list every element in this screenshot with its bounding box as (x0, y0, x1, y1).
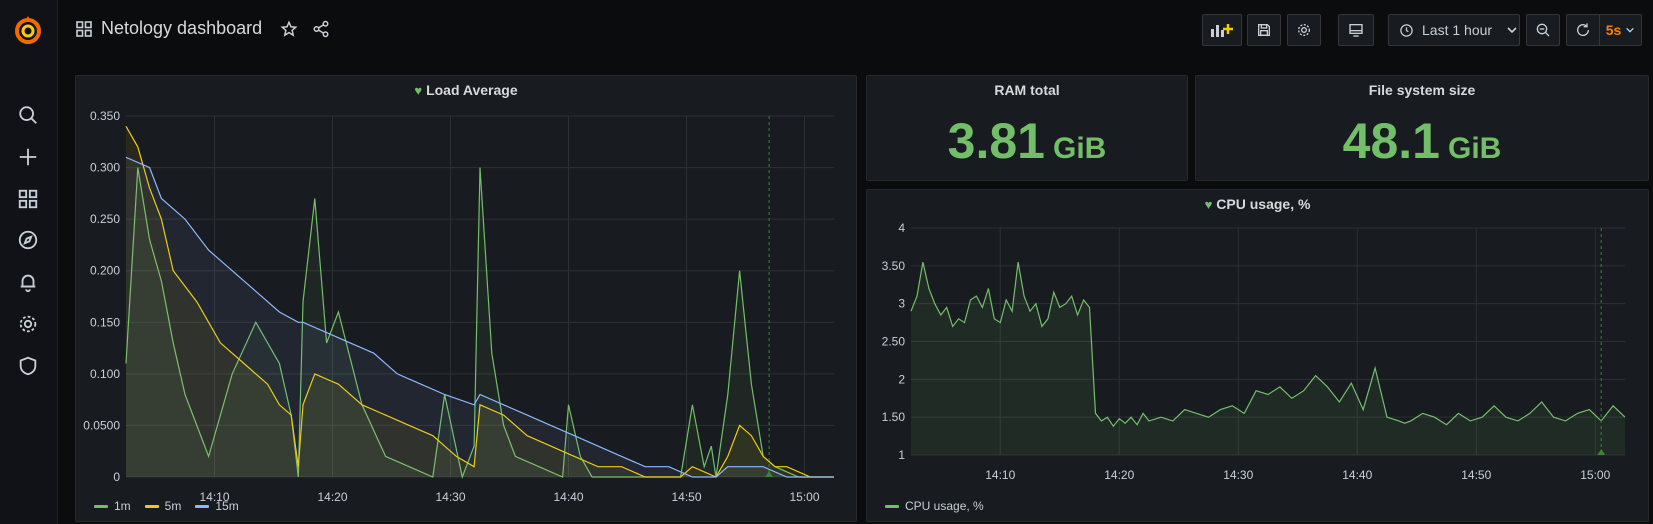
chevron-down-icon (1506, 24, 1518, 36)
tv-icon (1348, 22, 1364, 38)
y-tick-label: 3.50 (882, 259, 906, 273)
load-average-panel[interactable]: ♥ Load Average 0 0.0500 0.100 0.150 0.200 0.25… (75, 75, 857, 522)
heart-icon: ♥ (414, 83, 423, 98)
x-tick-label: 15:00 (1580, 468, 1610, 482)
y-tick-label: 0.300 (90, 161, 120, 175)
refresh-interval-picker[interactable]: 5s (1599, 14, 1642, 46)
legend-item-cpu[interactable]: CPU usage, % (885, 499, 984, 513)
gear-icon[interactable] (16, 312, 40, 336)
y-tick-label: 0.150 (90, 315, 120, 329)
y-tick-label: 0.350 (90, 109, 120, 123)
time-range-label: Last 1 hour (1422, 22, 1493, 38)
apps-icon[interactable] (75, 20, 93, 38)
plus-icon[interactable] (16, 145, 40, 169)
star-icon[interactable] (280, 19, 298, 38)
x-tick-label: 14:40 (1342, 468, 1372, 482)
y-tick-label: 0.0500 (83, 418, 120, 432)
y-tick-label: 0.200 (90, 264, 120, 278)
x-tick-label: 15:00 (789, 490, 819, 504)
y-tick-label: 0.250 (90, 212, 120, 226)
shield-icon[interactable] (16, 354, 40, 378)
x-tick-label: 14:30 (435, 490, 465, 504)
legend-item-5m[interactable]: 5m (144, 499, 181, 513)
legend-item-1m[interactable]: 1m (94, 499, 131, 513)
x-tick-label: 14:20 (317, 490, 347, 504)
heart-icon: ♥ (1204, 197, 1213, 212)
y-tick-label: 0.100 (90, 367, 120, 381)
zoom-out-icon (1535, 22, 1551, 38)
x-tick-label: 14:20 (1104, 468, 1134, 482)
refresh-interval-label: 5s (1605, 22, 1622, 38)
share-icon[interactable] (312, 20, 330, 38)
cpu-usage-chart[interactable]: 1 1.50 2 2.50 3 3.50 4 14:10 14:20 14:30 14:40 14:5… (867, 220, 1648, 510)
chart-plot-area: 1 1.50 2 2.50 3 3.50 4 14:10 14:20 14:30 14:40 14:5… (882, 221, 1626, 482)
x-tick-label: 14:40 (553, 490, 583, 504)
y-tick-label: 2 (898, 372, 905, 386)
settings-icon (1296, 22, 1312, 38)
explore-icon[interactable] (16, 228, 40, 252)
stat-value: 3.81 GiB (867, 112, 1187, 170)
save-icon (1256, 22, 1272, 38)
ram-total-panel[interactable]: RAM total 3.81 GiB (866, 75, 1188, 181)
cycle-view-mode-button[interactable] (1338, 14, 1374, 46)
panel-title[interactable]: RAM total (867, 82, 1187, 98)
panel-title[interactable]: ♥ Load Average (76, 82, 856, 98)
save-dashboard-button[interactable] (1247, 14, 1281, 46)
y-tick-label: 3 (898, 297, 905, 311)
sidebar (0, 0, 58, 524)
dashboards-icon[interactable] (16, 187, 40, 211)
file-system-size-panel[interactable]: File system size 48.1 GiB (1195, 75, 1649, 181)
y-tick-label: 4 (898, 221, 905, 235)
time-range-picker[interactable]: Last 1 hour (1388, 14, 1520, 46)
add-panel-button[interactable] (1202, 14, 1242, 46)
legend-item-15m[interactable]: 15m (195, 499, 239, 513)
zoom-out-button[interactable] (1526, 14, 1560, 46)
stat-number: 48.1 (1342, 113, 1440, 169)
panel-title[interactable]: ♥ CPU usage, % (867, 196, 1648, 212)
y-tick-label: 0 (113, 470, 120, 484)
chart-legend: 1m 5m 15m (94, 499, 239, 513)
x-tick-label: 14:10 (985, 468, 1015, 482)
stat-number: 3.81 (947, 113, 1045, 169)
refresh-button[interactable] (1566, 14, 1600, 46)
bell-icon[interactable] (16, 270, 40, 294)
x-tick-label: 14:30 (1223, 468, 1253, 482)
refresh-icon (1575, 22, 1591, 38)
chevron-down-icon (1625, 25, 1635, 35)
load-average-chart[interactable]: 0 0.0500 0.100 0.150 0.200 0.250 0.300 0.350 14:… (76, 106, 856, 506)
chart-plot-area: 0 0.0500 0.100 0.150 0.200 0.250 0.300 0.350 14:… (83, 109, 834, 504)
panel-title[interactable]: File system size (1196, 82, 1648, 98)
stat-unit: GiB (1447, 132, 1502, 165)
x-tick-label: 14:50 (671, 490, 701, 504)
stat-value: 48.1 GiB (1196, 112, 1648, 170)
y-tick-label: 1 (898, 448, 905, 462)
x-tick-label: 14:50 (1461, 468, 1491, 482)
y-tick-label: 2.50 (882, 335, 906, 349)
grafana-logo[interactable] (12, 14, 44, 46)
stat-unit: GiB (1052, 132, 1107, 165)
cpu-usage-panel[interactable]: ♥ CPU usage, % 1 1.50 2 2.50 3 3.50 4 14:10 14:20… (866, 189, 1649, 522)
search-icon[interactable] (16, 103, 40, 127)
dashboard-title[interactable]: Netology dashboard (101, 18, 262, 39)
y-tick-label: 1.50 (882, 410, 906, 424)
series-area-cpuusage (911, 262, 1625, 455)
dashboard-settings-button[interactable] (1287, 14, 1321, 46)
clock-icon (1399, 23, 1414, 38)
chart-legend: CPU usage, % (885, 499, 984, 513)
add-panel-icon (1209, 21, 1235, 39)
top-bar: Netology dashboard Last 1 hour 5s (57, 0, 1653, 62)
